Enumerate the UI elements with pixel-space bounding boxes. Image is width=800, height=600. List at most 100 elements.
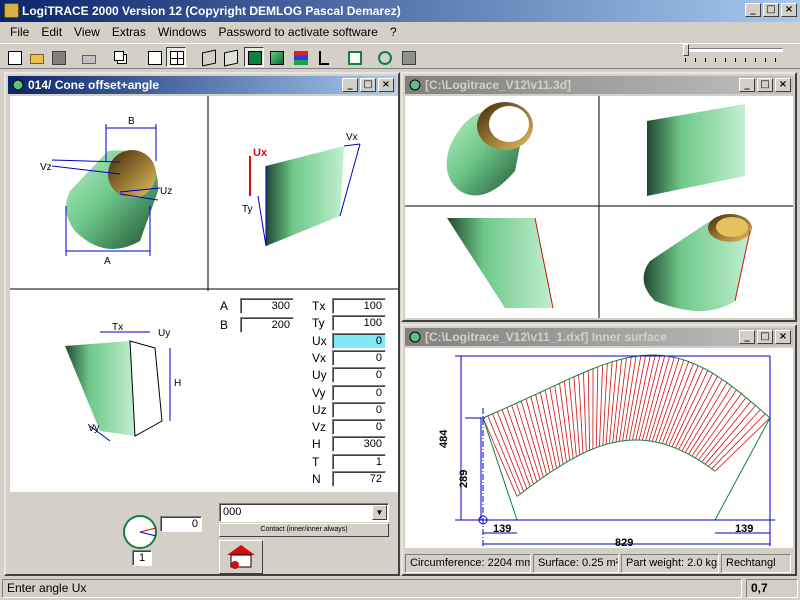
maximize-button[interactable]: □ xyxy=(360,78,376,92)
field-uz[interactable]: 0 xyxy=(332,401,386,418)
outline-cube-icon[interactable] xyxy=(220,47,240,67)
field-b[interactable]: 200 xyxy=(240,317,294,333)
field-n[interactable]: 72 xyxy=(332,471,386,487)
single-view-icon[interactable] xyxy=(144,47,164,67)
field-uy[interactable]: 0 xyxy=(332,367,386,384)
solid-green-cube-icon[interactable] xyxy=(244,47,264,67)
label-tx: Tx xyxy=(112,322,123,333)
menu-file[interactable]: File xyxy=(4,25,35,39)
contact-button[interactable]: Contact (inner/inner always) xyxy=(219,523,389,537)
dim-width-total: 829 xyxy=(615,537,633,548)
label-uz: Uz xyxy=(160,186,172,197)
label-ty: Ty xyxy=(242,204,253,215)
curve-icon[interactable] xyxy=(374,47,394,67)
frame-icon[interactable] xyxy=(344,47,364,67)
minimize-button[interactable]: _ xyxy=(745,3,761,17)
field-vy[interactable]: 0 xyxy=(332,384,386,401)
field-ux[interactable]: 0 xyxy=(332,332,386,349)
cone-params-title: 014/ Cone offset+angle xyxy=(28,78,160,92)
dim-height-total: 484 xyxy=(438,429,450,448)
unfold-icon[interactable] xyxy=(398,47,418,67)
maximize-button[interactable]: □ xyxy=(757,78,773,92)
label-h: H xyxy=(174,378,181,389)
field-a[interactable]: 300 xyxy=(240,298,294,314)
dxf-title-bar[interactable]: [C:\Logitrace_V12\v11_1.dxf] Inner surfa… xyxy=(405,328,793,346)
close-button[interactable]: × xyxy=(775,78,791,92)
maximize-button[interactable]: □ xyxy=(757,330,773,344)
label-vx: Vx xyxy=(346,132,358,143)
cone-params-title-bar[interactable]: 014/ Cone offset+angle _ □ × xyxy=(8,76,396,94)
view3d-title: [C:\Logitrace_V12\v11.3d] xyxy=(425,78,572,92)
menu-extras[interactable]: Extras xyxy=(106,25,152,39)
label-a: A xyxy=(104,256,111,267)
angle-gauge-icon[interactable] xyxy=(122,514,160,550)
field-label-ty: Ty xyxy=(312,316,325,331)
label-b: B xyxy=(128,116,135,127)
zoom-slider-thumb[interactable] xyxy=(683,44,689,56)
circumference-readout: Circumference: 2204 mm xyxy=(405,554,531,573)
house-gear-icon xyxy=(227,545,255,569)
app-title-bar: LogiTRACE 2000 Version 12 (Copyright DEM… xyxy=(0,0,800,22)
chevron-down-icon[interactable]: ▼ xyxy=(372,505,387,520)
minimize-button[interactable]: _ xyxy=(739,78,755,92)
color-layers-icon[interactable] xyxy=(290,47,310,67)
print-icon[interactable] xyxy=(78,47,98,67)
menu-windows[interactable]: Windows xyxy=(152,25,213,39)
weight-readout: Part weight: 2.0 kg xyxy=(621,554,719,573)
field-tx[interactable]: 100 xyxy=(332,298,386,314)
unfold-canvas[interactable]: 484 289 139 139 829 xyxy=(405,348,793,548)
view3d-title-bar[interactable]: [C:\Logitrace_V12\v11.3d] _ □ × xyxy=(405,76,793,94)
open-folder-icon[interactable] xyxy=(26,47,46,67)
field-label-vx: Vx xyxy=(312,350,327,365)
save-disk-icon[interactable] xyxy=(48,47,68,67)
zoom-slider-ticks xyxy=(685,58,783,62)
field-t[interactable]: 1 xyxy=(332,453,386,470)
field-vx[interactable]: 0 xyxy=(332,349,386,366)
minimize-button[interactable]: _ xyxy=(342,78,358,92)
contact-combo[interactable]: 000 ▼ xyxy=(219,503,389,522)
contact-combo-value: 000 xyxy=(223,506,242,518)
angle-input[interactable]: 0 xyxy=(160,516,202,532)
angle-step-input[interactable]: 1 xyxy=(132,550,152,566)
quad-view-icon[interactable] xyxy=(166,47,186,67)
field-label-uz: Uz xyxy=(312,402,327,417)
surface-readout: Surface: 0.25 m² xyxy=(533,554,619,573)
field-ty[interactable]: 100 xyxy=(332,315,386,332)
field-vz[interactable]: 0 xyxy=(332,419,386,436)
window-icon xyxy=(11,78,25,92)
menu-help[interactable]: ? xyxy=(384,25,403,39)
dim-left-offset: 139 xyxy=(493,523,511,535)
label-ux: Ux xyxy=(253,147,268,159)
field-h[interactable]: 300 xyxy=(332,436,386,453)
wireframe-cube-icon[interactable] xyxy=(198,47,218,67)
copy-icon[interactable] xyxy=(110,47,130,67)
maximize-button[interactable]: □ xyxy=(763,3,779,17)
new-file-icon[interactable] xyxy=(4,47,24,67)
dxf-window: [C:\Logitrace_V12\v11_1.dxf] Inner surfa… xyxy=(401,324,797,576)
field-label-vz: Vz xyxy=(312,420,327,435)
view3d-canvas[interactable] xyxy=(405,96,793,318)
view3d-window: [C:\Logitrace_V12\v11.3d] _ □ × xyxy=(401,72,797,322)
field-label-b: B xyxy=(220,318,229,332)
dxf-title: [C:\Logitrace_V12\v11_1.dxf] Inner surfa… xyxy=(425,330,668,344)
field-label-h: H xyxy=(312,437,321,452)
tree-icon[interactable] xyxy=(312,47,332,67)
shape-readout: Rechtangl xyxy=(721,554,791,573)
menu-edit[interactable]: Edit xyxy=(35,25,68,39)
close-button[interactable]: × xyxy=(378,78,394,92)
menu-view[interactable]: View xyxy=(68,25,106,39)
dim-right-offset: 139 xyxy=(735,523,753,535)
label-uy: Uy xyxy=(158,328,170,339)
zoom-slider-track[interactable] xyxy=(683,48,783,52)
app-title: LogiTRACE 2000 Version 12 (Copyright DEM… xyxy=(22,4,401,18)
close-button[interactable]: × xyxy=(781,3,797,17)
close-button[interactable]: × xyxy=(775,330,791,344)
minimize-button[interactable]: _ xyxy=(739,330,755,344)
window-icon xyxy=(408,330,422,344)
label-vy: Vy xyxy=(88,423,99,434)
generate-button[interactable] xyxy=(219,540,263,574)
dim-height-inner: 289 xyxy=(458,470,470,488)
status-value: 0,7 xyxy=(746,579,798,598)
menu-password[interactable]: Password to activate software xyxy=(213,25,384,39)
shaded-green-cube-icon[interactable] xyxy=(266,47,286,67)
